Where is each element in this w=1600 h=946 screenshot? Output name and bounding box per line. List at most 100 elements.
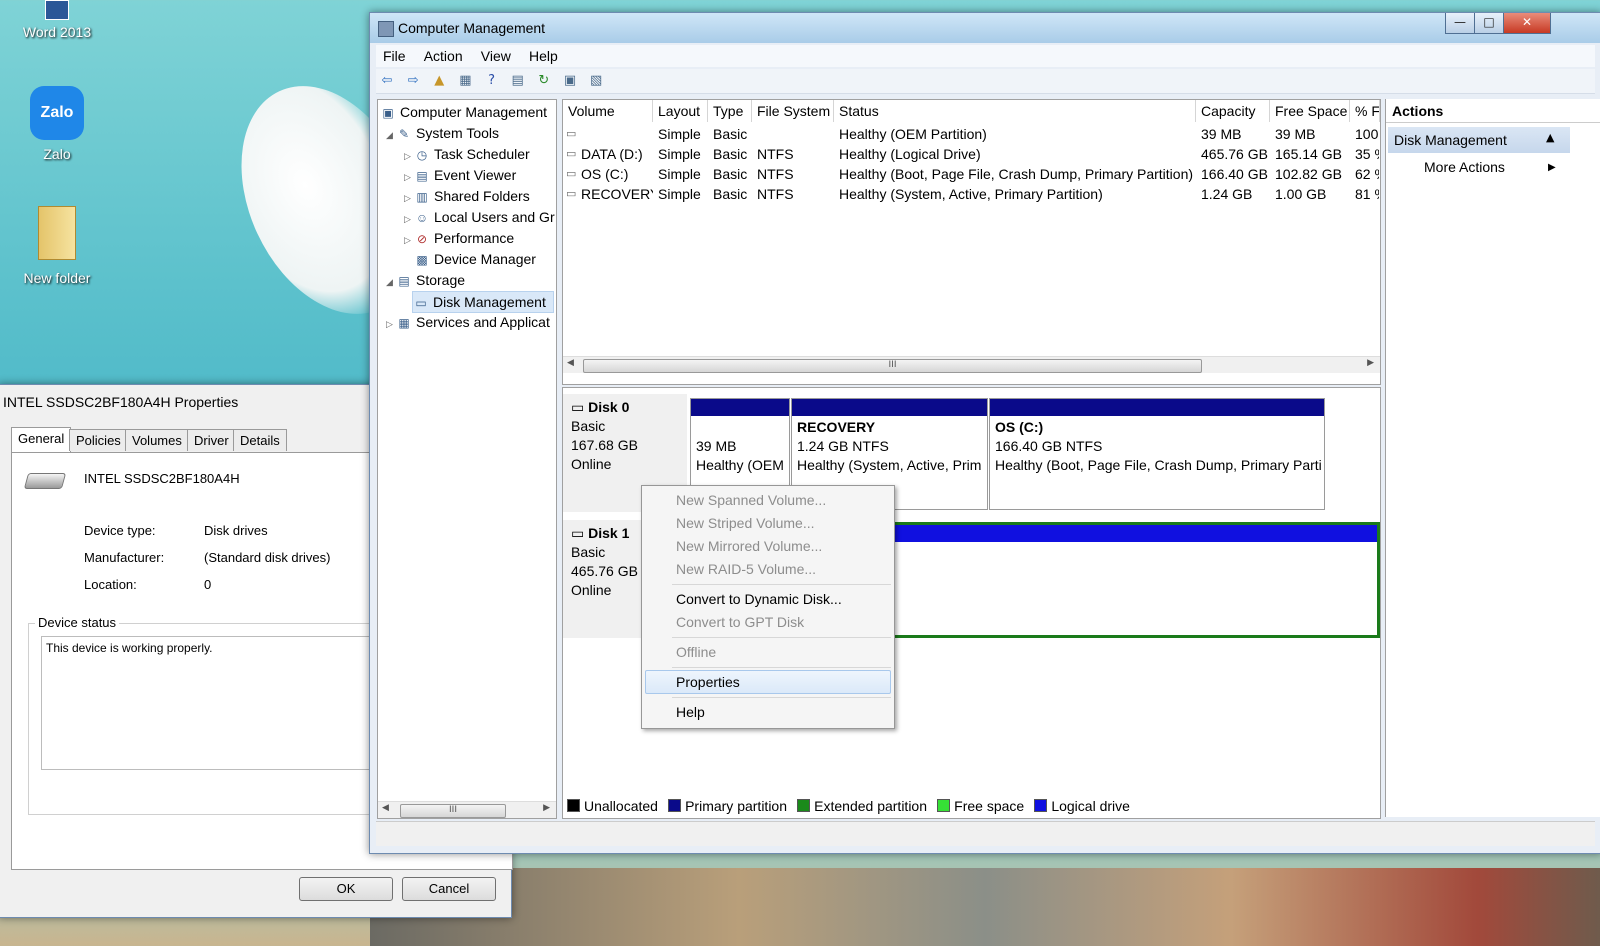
scroll-right-icon[interactable]: ▶ (1367, 358, 1374, 368)
menu-new-raid5-volume[interactable]: New RAID-5 Volume... (676, 558, 816, 580)
tab-policies[interactable]: Policies (69, 429, 128, 451)
up-folder-icon[interactable]: ▲ (430, 72, 448, 90)
col-type[interactable]: Type (708, 100, 752, 122)
tree-label: Services and Applicat (416, 314, 550, 330)
collapse-up-icon[interactable]: ▲ (1546, 131, 1554, 144)
disk-type: Basic (571, 418, 606, 434)
tab-details[interactable]: Details (233, 429, 287, 451)
table-cell: 1.24 GB (1201, 186, 1253, 202)
col-status[interactable]: Status (834, 100, 1196, 122)
properties-title: INTEL SSDSC2BF180A4H Properties (3, 394, 239, 410)
scroll-left-icon[interactable]: ◀ (567, 358, 574, 368)
table-cell: NTFS (757, 186, 794, 202)
col-layout[interactable]: Layout (653, 100, 708, 122)
tree-label: Disk Management (433, 294, 546, 310)
more-actions[interactable]: More Actions (1424, 159, 1505, 175)
help-icon[interactable]: ? (483, 72, 501, 90)
disk-legend: Unallocated Primary partition Extended p… (567, 798, 1377, 815)
menu-bar: File Action View Help (376, 45, 1595, 67)
tab-general[interactable]: General (11, 427, 72, 452)
tree-item-disk-management[interactable]: ▭ Disk Management (412, 291, 554, 313)
disk-icon: ▭ (415, 296, 427, 310)
close-button[interactable]: ✕ (1503, 13, 1551, 34)
disk-settings-icon[interactable]: ▧ (587, 72, 605, 90)
volume-horizontal-scrollbar[interactable]: ◀ III ▶ (563, 356, 1380, 373)
tab-volumes[interactable]: Volumes (125, 429, 189, 451)
col-free-space[interactable]: Free Space (1270, 100, 1350, 122)
menu-convert-dynamic[interactable]: Convert to Dynamic Disk... (676, 588, 842, 610)
collapse-arrow-icon[interactable]: ◢ (386, 125, 396, 145)
expand-arrow-icon[interactable]: ▷ (404, 146, 414, 166)
tree-label: Event Viewer (434, 167, 517, 183)
scroll-right-icon[interactable]: ▶ (543, 803, 550, 813)
menu-view[interactable]: View (474, 45, 518, 67)
menu-help[interactable]: Help (676, 701, 705, 723)
scroll-thumb[interactable]: III (400, 804, 506, 818)
menu-new-mirrored-volume[interactable]: New Mirrored Volume... (676, 535, 822, 557)
col-volume[interactable]: Volume (563, 100, 653, 122)
services-icon: ▦ (398, 316, 410, 330)
expand-arrow-icon[interactable]: ▷ (404, 209, 414, 229)
collapse-arrow-icon[interactable]: ◢ (386, 272, 396, 292)
show-hide-tree-icon[interactable]: ▦ (456, 72, 474, 90)
minimize-button[interactable]: — (1445, 13, 1475, 34)
menu-properties[interactable]: Properties (676, 671, 740, 693)
users-icon: ☺ (415, 211, 429, 225)
cancel-button[interactable]: Cancel (402, 877, 496, 901)
menu-new-spanned-volume[interactable]: New Spanned Volume... (676, 489, 826, 511)
menu-separator (672, 697, 891, 698)
submenu-arrow-icon[interactable]: ▶ (1548, 162, 1556, 173)
menu-convert-gpt[interactable]: Convert to GPT Disk (676, 611, 804, 633)
scroll-thumb[interactable]: III (583, 359, 1202, 373)
tree-item-computer-management[interactable]: ▣ Computer Management (380, 102, 547, 122)
tree-horizontal-scrollbar[interactable]: ◀ III ▶ (378, 801, 556, 818)
forward-arrow-icon[interactable]: ⇨ (404, 72, 422, 90)
ok-button[interactable]: OK (299, 877, 393, 901)
expand-arrow-icon[interactable]: ▷ (404, 188, 414, 208)
tree-item-services-applications[interactable]: ▷ ▦ Services and Applicat (386, 312, 550, 332)
properties-icon[interactable]: ▣ (561, 72, 579, 90)
desktop-icon-new-folder[interactable]: New folder (12, 206, 102, 286)
tree-item-device-manager[interactable]: ▩ Device Manager (414, 249, 536, 269)
desktop-icon-label: Zalo (43, 146, 71, 162)
legend-label: Logical drive (1051, 798, 1130, 814)
shared-folder-icon: ▥ (416, 190, 428, 204)
desktop-icon-word[interactable]: Word 2013 (12, 0, 102, 40)
back-arrow-icon[interactable]: ⇦ (378, 72, 396, 90)
expand-arrow-icon[interactable]: ▷ (386, 314, 396, 334)
refresh-icon[interactable]: ↻ (535, 72, 553, 90)
tree-item-system-tools[interactable]: ◢ ✎ System Tools (386, 123, 499, 143)
col-percent-free[interactable]: % Fr (1350, 100, 1380, 122)
cm-titlebar: Computer Management — □ ✕ (370, 13, 1600, 43)
menu-file[interactable]: File (376, 45, 413, 67)
volume-drive-icon: ▭ (566, 168, 577, 180)
table-cell: 465.76 GB (1201, 146, 1268, 162)
tree-item-task-scheduler[interactable]: ▷ ◷ Task Scheduler (404, 144, 530, 164)
menu-action[interactable]: Action (417, 45, 470, 67)
expand-arrow-icon[interactable]: ▷ (404, 230, 414, 250)
expand-arrow-icon[interactable]: ▷ (404, 167, 414, 187)
tree-label: Local Users and Gr (434, 209, 555, 225)
swatch (937, 799, 951, 812)
menu-offline[interactable]: Offline (676, 641, 716, 663)
storage-icon: ▤ (398, 274, 410, 288)
tab-driver[interactable]: Driver (187, 429, 236, 451)
legend-free-space: Free space (937, 798, 1024, 814)
toolbar: ⇦ ⇨ ▲ ▦ ? ▤ ↻ ▣ ▧ (376, 69, 1595, 94)
tree-item-local-users[interactable]: ▷ ☺ Local Users and Gr (404, 207, 555, 227)
tree-item-shared-folders[interactable]: ▷ ▥ Shared Folders (404, 186, 530, 206)
menu-separator (672, 667, 891, 668)
col-file-system[interactable]: File System (752, 100, 834, 122)
desktop-icon-zalo[interactable]: Zalo Zalo (12, 86, 102, 162)
actions-section-disk-management[interactable]: Disk Management (1388, 127, 1570, 153)
menu-new-striped-volume[interactable]: New Striped Volume... (676, 512, 815, 534)
menu-help[interactable]: Help (522, 45, 565, 67)
action-pane-icon[interactable]: ▤ (509, 72, 527, 90)
scroll-left-icon[interactable]: ◀ (382, 803, 389, 813)
partition-os-c[interactable]: OS (C:) 166.40 GB NTFS Healthy (Boot, Pa… (989, 398, 1325, 510)
tree-item-performance[interactable]: ▷ ⊘ Performance (404, 228, 514, 248)
tree-item-event-viewer[interactable]: ▷ ▤ Event Viewer (404, 165, 516, 185)
tree-item-storage[interactable]: ◢ ▤ Storage (386, 270, 465, 290)
maximize-button[interactable]: □ (1474, 13, 1504, 34)
col-capacity[interactable]: Capacity (1196, 100, 1270, 122)
